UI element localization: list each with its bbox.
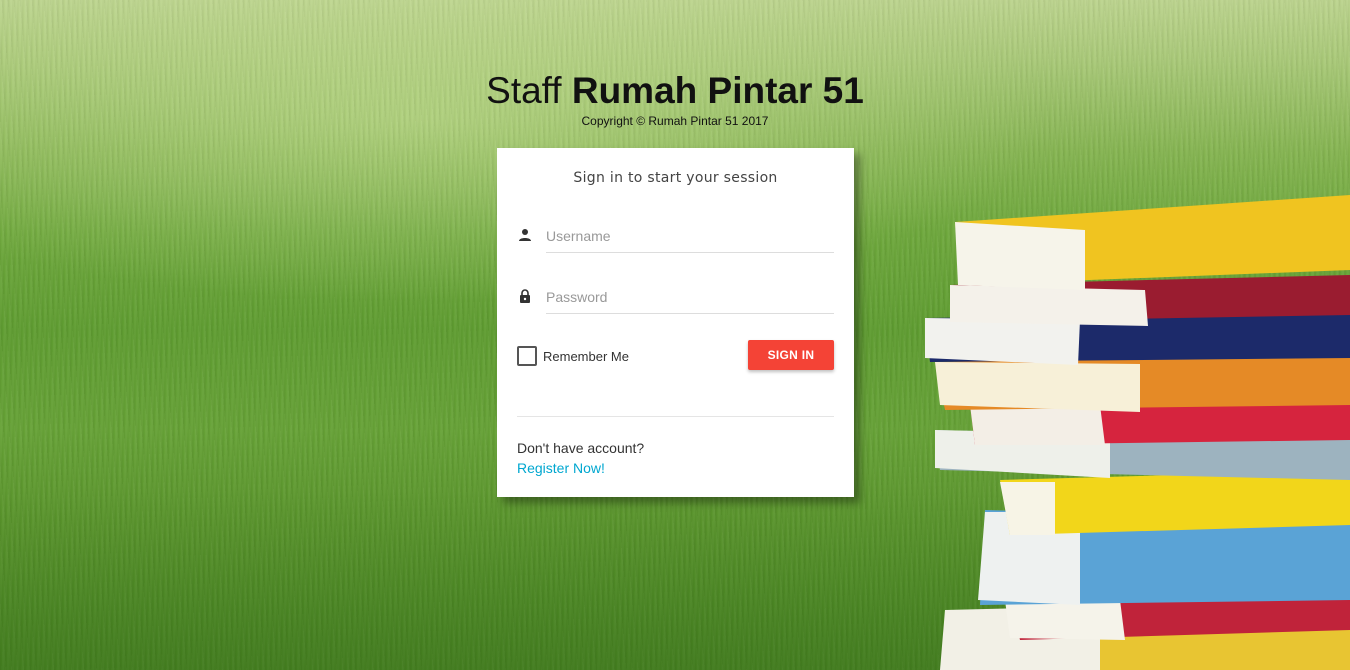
remember-me-checkbox[interactable]: Remember Me — [517, 346, 629, 366]
login-message: Sign in to start your session — [573, 170, 778, 186]
background-grass-foreground — [0, 490, 1350, 670]
username-field-group — [517, 219, 834, 253]
remember-signin-row: Remember Me SIGN IN — [517, 340, 834, 372]
register-link[interactable]: Register Now! — [517, 458, 834, 478]
password-field-group — [517, 280, 834, 314]
username-input[interactable] — [546, 219, 834, 253]
title-bold: Rumah Pintar 51 — [571, 70, 864, 111]
remember-me-label: Remember Me — [543, 348, 629, 364]
page-title: Staff Rumah Pintar 51 — [0, 70, 1350, 112]
no-account-text: Don't have account? — [517, 440, 645, 456]
divider — [517, 416, 834, 417]
lock-icon — [520, 289, 530, 303]
brand-header: Staff Rumah Pintar 51 Copyright © Rumah … — [0, 70, 1350, 128]
login-card: Sign in to start your session Remember M… — [497, 148, 854, 497]
sign-in-button[interactable]: SIGN IN — [748, 340, 834, 370]
checkbox-box[interactable] — [517, 346, 537, 366]
copyright-text: Copyright © Rumah Pintar 51 2017 — [581, 114, 769, 128]
person-icon — [519, 229, 531, 241]
password-input[interactable] — [546, 280, 834, 314]
title-light: Staff — [486, 70, 562, 111]
